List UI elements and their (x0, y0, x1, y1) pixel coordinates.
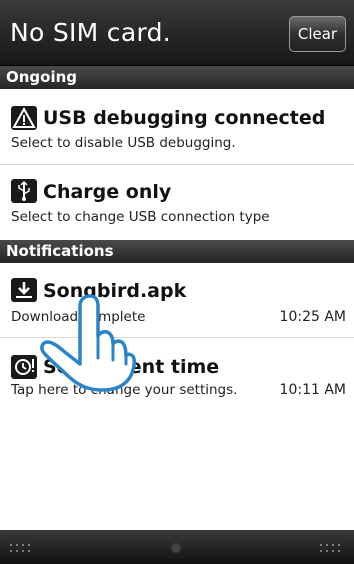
notification-drag-handle[interactable] (0, 530, 354, 564)
notification-subtitle: Tap here to change your settings. (11, 382, 238, 398)
usb-icon (11, 179, 37, 203)
clock-settings-icon (11, 355, 37, 379)
notification-subtitle: Select to disable USB debugging. (11, 135, 236, 151)
notification-header: No SIM card. Clear (0, 0, 354, 66)
notification-time: 10:25 AM (279, 309, 346, 325)
section-header-ongoing: Ongoing (0, 66, 354, 89)
clear-button[interactable]: Clear (289, 16, 346, 52)
notification-usb-debugging[interactable]: USB debugging connected Select to disabl… (0, 89, 354, 165)
grip-dots-left (8, 542, 34, 554)
handle-center-dot (172, 544, 180, 552)
notification-time: 10:11 AM (279, 382, 346, 398)
carrier-status-title: No SIM card. (10, 18, 172, 47)
notification-title: Songbird.apk (43, 280, 187, 302)
notification-title: Set current time (43, 356, 220, 378)
notification-set-time[interactable]: Set current time Tap here to change your… (0, 338, 354, 402)
notification-subtitle: Select to change USB connection type (11, 209, 270, 225)
notification-charge-only[interactable]: Charge only Select to change USB connect… (0, 165, 354, 240)
warning-icon (11, 106, 37, 130)
section-header-notifications: Notifications (0, 240, 354, 263)
empty-notification-area (0, 402, 354, 530)
notification-subtitle: Download complete (11, 309, 146, 325)
download-icon (11, 278, 37, 302)
notification-songbird-download[interactable]: Songbird.apk Download complete 10:25 AM (0, 263, 354, 338)
grip-dots-right (318, 542, 344, 554)
notification-title: Charge only (43, 181, 172, 203)
notification-title: USB debugging connected (43, 107, 326, 129)
